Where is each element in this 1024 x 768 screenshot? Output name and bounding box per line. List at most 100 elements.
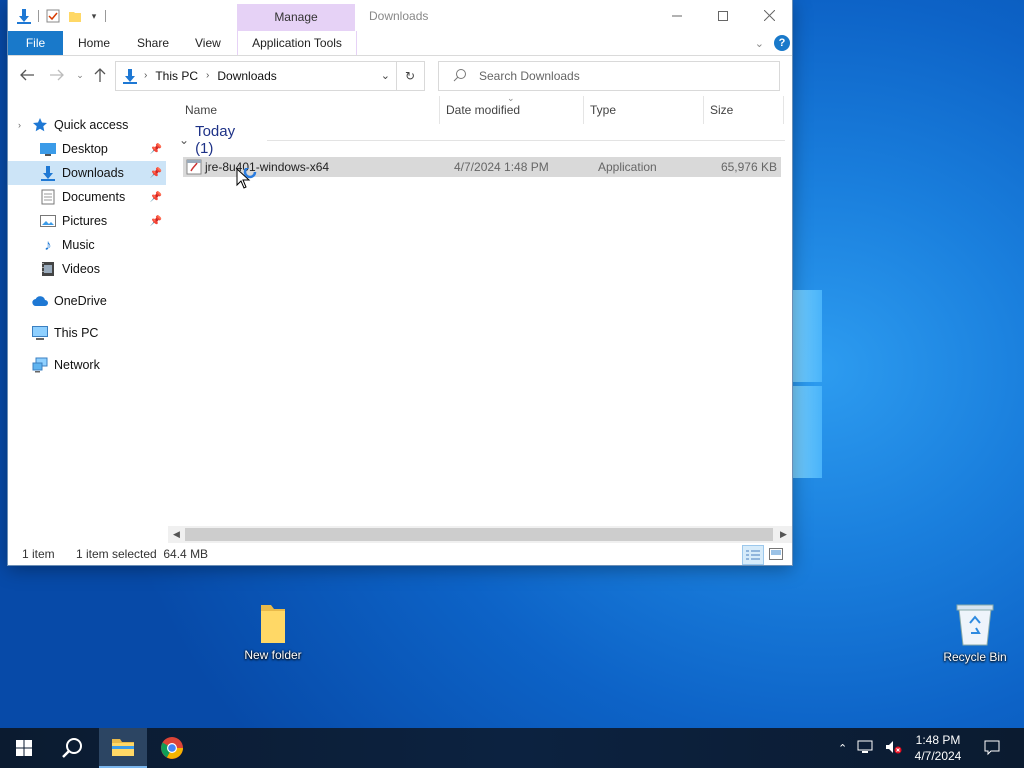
column-header-type[interactable]: Type [590, 96, 616, 124]
file-row[interactable]: jre-8u401-windows-x64 4/7/2024 1:48 PM A… [183, 157, 781, 177]
tab-file[interactable]: File [8, 31, 63, 55]
breadcrumb-chevron-icon[interactable]: › [144, 62, 147, 90]
sidebar-item-music[interactable]: ♪ Music [8, 233, 166, 257]
refresh-button[interactable]: ↻ [396, 61, 425, 91]
documents-icon [40, 189, 56, 205]
sidebar-item-desktop[interactable]: Desktop 📌 [8, 137, 166, 161]
large-icons-view-button[interactable] [766, 545, 786, 563]
pin-icon[interactable]: 📌 [150, 192, 162, 203]
downloads-arrow-icon[interactable] [16, 8, 32, 24]
horizontal-scrollbar[interactable]: ◀ ▶ [168, 526, 792, 543]
pictures-icon [40, 213, 56, 229]
action-center-button[interactable] [972, 728, 1012, 768]
expand-chevron-icon[interactable]: › [18, 120, 32, 130]
sidebar-item-this-pc[interactable]: This PC [8, 321, 166, 345]
notification-icon [984, 740, 1000, 756]
sidebar-item-network[interactable]: Network [8, 353, 166, 377]
desktop-icon-label: New folder [244, 648, 302, 662]
file-explorer-window: ▾ Manage Downloads File Home Share View … [8, 0, 792, 565]
volume-muted-icon[interactable] [885, 740, 903, 757]
application-file-icon [186, 159, 202, 178]
group-header-today[interactable]: ⌄ Today (1) [173, 123, 785, 157]
taskbar-file-explorer[interactable] [99, 728, 147, 768]
column-header-name[interactable]: Name [185, 96, 217, 124]
manage-context-tab[interactable]: Manage [237, 4, 355, 31]
tab-share[interactable]: Share [137, 31, 169, 55]
customize-toolbar-icon[interactable]: ▾ [89, 8, 99, 24]
downloads-location-icon [122, 68, 138, 87]
up-button[interactable] [91, 66, 109, 84]
taskbar: ⌃ 1:48 PM 4/7/2024 [0, 728, 1024, 768]
pin-icon[interactable]: 📌 [150, 216, 162, 227]
search-icon [62, 738, 82, 758]
forward-button[interactable] [48, 66, 66, 84]
search-input[interactable]: Search Downloads [438, 61, 780, 91]
breadcrumb-downloads[interactable]: Downloads [217, 62, 276, 90]
sidebar-label: Pictures [62, 214, 108, 228]
file-size: 65,976 KB [720, 160, 777, 174]
recent-locations-button[interactable]: ⌄ [71, 66, 89, 84]
expand-ribbon-icon[interactable]: ⌄ [755, 37, 764, 50]
desktop-icon [40, 141, 56, 157]
sidebar-item-pictures[interactable]: Pictures 📌 [8, 209, 166, 233]
pin-icon[interactable]: 📌 [150, 168, 162, 179]
clock-date: 4/7/2024 [914, 749, 962, 763]
address-dropdown-icon[interactable]: ⌄ [381, 62, 390, 90]
breadcrumb-this-pc[interactable]: This PC [155, 62, 198, 90]
search-button[interactable] [48, 728, 96, 768]
help-icon[interactable]: ? [774, 35, 790, 51]
tab-view[interactable]: View [195, 31, 221, 55]
scroll-left-icon[interactable]: ◀ [168, 526, 185, 543]
window-title: Downloads [369, 9, 429, 23]
sidebar-label: Documents [62, 190, 126, 204]
column-header-size[interactable]: Size [710, 96, 733, 124]
minimize-button[interactable] [654, 0, 700, 31]
title-bar[interactable]: ▾ Manage Downloads [8, 0, 792, 31]
close-button[interactable] [746, 0, 792, 31]
file-date: 4/7/2024 1:48 PM [454, 160, 549, 174]
network-icon [32, 357, 48, 373]
new-folder-icon[interactable] [67, 8, 83, 24]
file-name[interactable]: jre-8u401-windows-x64 [205, 157, 329, 177]
file-explorer-icon [112, 739, 134, 756]
tab-application-tools[interactable]: Application Tools [237, 31, 357, 55]
scroll-right-icon[interactable]: ▶ [775, 526, 792, 543]
desktop-icon-recycle-bin[interactable]: Recycle Bin [935, 603, 1015, 664]
search-placeholder: Search Downloads [479, 69, 580, 83]
star-icon [32, 117, 48, 133]
folder-icon [233, 603, 313, 648]
show-hidden-icons-icon[interactable]: ⌃ [838, 742, 847, 755]
properties-icon[interactable] [45, 8, 61, 24]
back-button[interactable] [18, 66, 36, 84]
taskbar-clock[interactable]: 1:48 PM 4/7/2024 [908, 732, 968, 764]
sidebar-label: This PC [54, 326, 99, 340]
sidebar-item-quick-access[interactable]: › Quick access [18, 113, 166, 137]
desktop-icon-new-folder[interactable]: New folder [233, 603, 313, 662]
sidebar-label: Videos [62, 262, 100, 276]
tab-home[interactable]: Home [78, 31, 110, 55]
pin-icon[interactable]: 📌 [150, 144, 162, 155]
details-view-button[interactable] [742, 545, 764, 565]
start-button[interactable] [0, 728, 48, 768]
search-icon [453, 68, 467, 85]
sidebar-item-documents[interactable]: Documents 📌 [8, 185, 166, 209]
address-bar[interactable]: › This PC › Downloads ⌄ [115, 61, 397, 91]
collapse-chevron-icon[interactable]: ⌄ [179, 133, 189, 147]
sidebar-item-downloads[interactable]: Downloads 📌 [8, 161, 166, 185]
scrollbar-thumb[interactable] [185, 528, 773, 541]
breadcrumb-chevron-icon[interactable]: › [206, 62, 209, 90]
sidebar-item-videos[interactable]: Videos [8, 257, 166, 281]
windows-icon [16, 740, 32, 756]
sidebar-label: Music [62, 238, 95, 252]
sidebar-item-onedrive[interactable]: OneDrive [8, 289, 166, 313]
network-status-icon[interactable] [857, 740, 875, 757]
sort-indicator-icon: ⌄ [507, 93, 515, 103]
downloads-icon [40, 165, 56, 181]
computer-icon [32, 325, 48, 341]
status-bar: 1 item 1 item selected 64.4 MB [8, 544, 792, 565]
maximize-button[interactable] [700, 0, 746, 31]
system-tray: ⌃ [838, 728, 903, 768]
taskbar-chrome[interactable] [148, 728, 196, 768]
sidebar-label: Network [54, 358, 100, 372]
chrome-icon [161, 737, 183, 759]
